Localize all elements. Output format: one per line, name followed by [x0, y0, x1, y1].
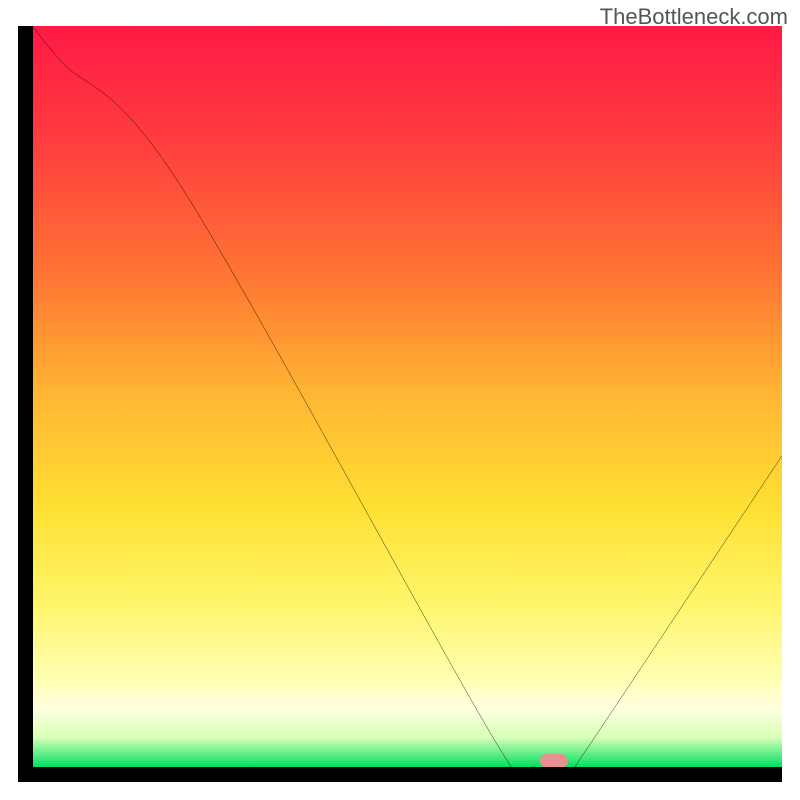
plot-frame: [18, 26, 782, 782]
optimal-marker: [540, 754, 568, 767]
curve-svg: [33, 26, 782, 767]
bottleneck-curve-path: [33, 26, 782, 767]
plot-area: [33, 26, 782, 767]
watermark-text: TheBottleneck.com: [600, 4, 788, 30]
